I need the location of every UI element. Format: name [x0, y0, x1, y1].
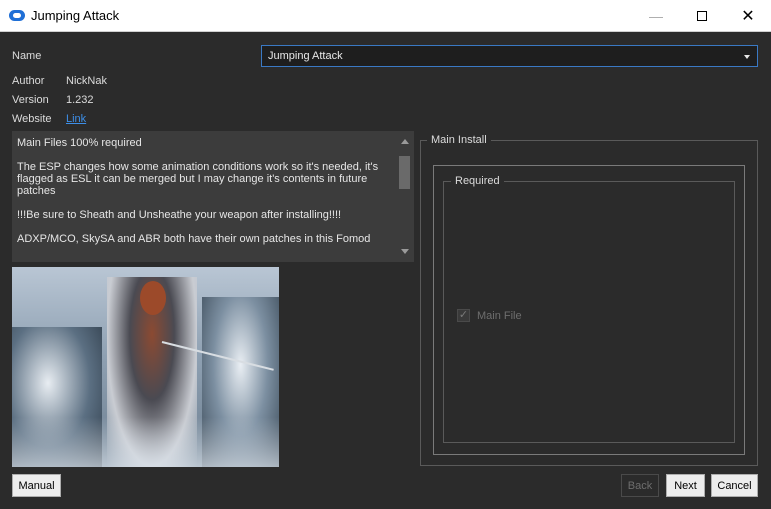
name-dropdown-value: Jumping Attack [268, 50, 343, 62]
checkbox-checked-icon: ✓ [457, 309, 470, 322]
next-button[interactable]: Next [666, 474, 705, 497]
website-label: Website [12, 113, 52, 125]
maximize-icon [697, 11, 707, 21]
maximize-button[interactable] [679, 0, 725, 32]
manual-button[interactable]: Manual [12, 474, 61, 497]
version-value: 1.232 [66, 94, 94, 106]
author-value: NickNak [66, 75, 107, 87]
back-button[interactable]: Back [621, 474, 659, 497]
close-icon: ✕ [741, 8, 755, 25]
mod-preview-image [12, 267, 279, 467]
chevron-down-icon [744, 55, 750, 59]
version-label: Version [12, 94, 49, 106]
main-install-title: Main Install [427, 134, 491, 146]
main-file-label: Main File [477, 309, 522, 322]
website-link[interactable]: Link [66, 113, 86, 125]
scroll-down-icon[interactable] [401, 249, 409, 254]
close-button[interactable]: ✕ [725, 0, 771, 32]
window-title: Jumping Attack [31, 8, 120, 23]
description-paragraph: The ESP changes how some animation condi… [17, 161, 379, 197]
image-warrior-hair [140, 281, 166, 315]
description-scrollbar[interactable] [396, 132, 413, 261]
main-file-option: ✓ Main File [457, 309, 522, 322]
description-paragraph: ADXP/MCO, SkySA and ABR both have their … [17, 233, 371, 245]
title-bar: Jumping Attack — ✕ [0, 0, 771, 32]
description-box[interactable]: Main Files 100% required The ESP changes… [12, 131, 414, 262]
minimize-icon: — [649, 8, 663, 24]
image-snow [12, 417, 279, 467]
scrollbar-thumb[interactable] [399, 156, 410, 189]
description-paragraph: !!!Be sure to Sheath and Unsheathe your … [17, 209, 342, 221]
required-group-title: Required [451, 175, 504, 187]
name-label: Name [12, 50, 42, 62]
scroll-up-icon[interactable] [401, 139, 409, 144]
name-dropdown[interactable]: Jumping Attack [261, 45, 758, 67]
description-text: Main Files 100% required The ESP changes… [17, 137, 393, 257]
author-label: Author [12, 75, 45, 87]
description-paragraph: Main Files 100% required [17, 137, 142, 149]
minimize-button[interactable]: — [633, 0, 679, 32]
app-logo-icon [9, 10, 25, 21]
cancel-button[interactable]: Cancel [711, 474, 758, 497]
